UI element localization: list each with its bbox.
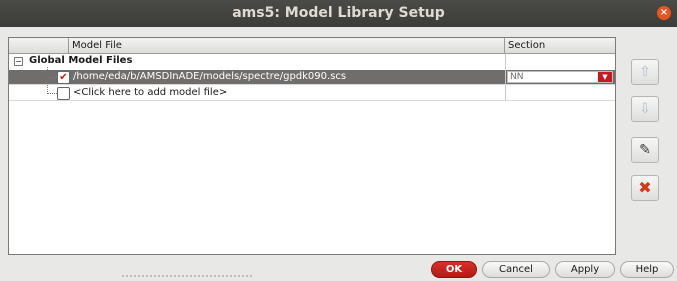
cancel-button[interactable]: Cancel bbox=[482, 261, 550, 278]
table-header: Model File Section bbox=[9, 38, 615, 54]
column-header-section[interactable]: Section bbox=[505, 38, 615, 53]
delete-button[interactable]: ✖ bbox=[631, 175, 659, 201]
title-bar: ams5: Model Library Setup × bbox=[0, 0, 677, 27]
window-title: ams5: Model Library Setup bbox=[232, 5, 445, 21]
section-select[interactable]: NN ▼ bbox=[507, 71, 613, 83]
table-row[interactable]: <Click here to add model file> bbox=[9, 86, 615, 100]
edit-icon: ✎ bbox=[639, 142, 651, 158]
add-model-file-prompt[interactable]: <Click here to add model file> bbox=[73, 86, 227, 100]
collapse-icon[interactable]: − bbox=[14, 57, 23, 66]
edit-button[interactable]: ✎ bbox=[631, 137, 659, 163]
section-value: NN bbox=[510, 72, 524, 82]
delete-icon: ✖ bbox=[638, 178, 652, 197]
resize-grip bbox=[122, 275, 252, 277]
model-file-table: Model File Section − Global Model Files … bbox=[8, 37, 616, 255]
row-enable-checkbox[interactable]: ✔ bbox=[57, 71, 70, 84]
arrow-up-icon: ⇧ bbox=[639, 64, 651, 80]
apply-button[interactable]: Apply bbox=[555, 261, 615, 278]
arrow-down-icon: ⇩ bbox=[639, 101, 651, 117]
model-file-path[interactable]: /home/eda/b/AMSDInADE/models/spectre/gpd… bbox=[73, 70, 346, 84]
row-enable-checkbox[interactable] bbox=[57, 87, 70, 100]
row-divider bbox=[9, 84, 615, 85]
column-divider bbox=[505, 54, 506, 101]
group-row-global-model-files[interactable]: − Global Model Files bbox=[9, 54, 615, 68]
help-button[interactable]: Help bbox=[620, 261, 674, 278]
column-header-model-file[interactable]: Model File bbox=[69, 38, 505, 53]
group-label: Global Model Files bbox=[29, 55, 133, 66]
chevron-down-icon[interactable]: ▼ bbox=[598, 72, 612, 82]
column-header-tree[interactable] bbox=[9, 38, 69, 53]
close-icon[interactable]: × bbox=[657, 6, 671, 20]
move-down-button[interactable]: ⇩ bbox=[631, 96, 659, 122]
row-divider bbox=[9, 100, 615, 101]
ok-button[interactable]: OK bbox=[431, 261, 477, 278]
move-up-button[interactable]: ⇧ bbox=[631, 59, 659, 85]
